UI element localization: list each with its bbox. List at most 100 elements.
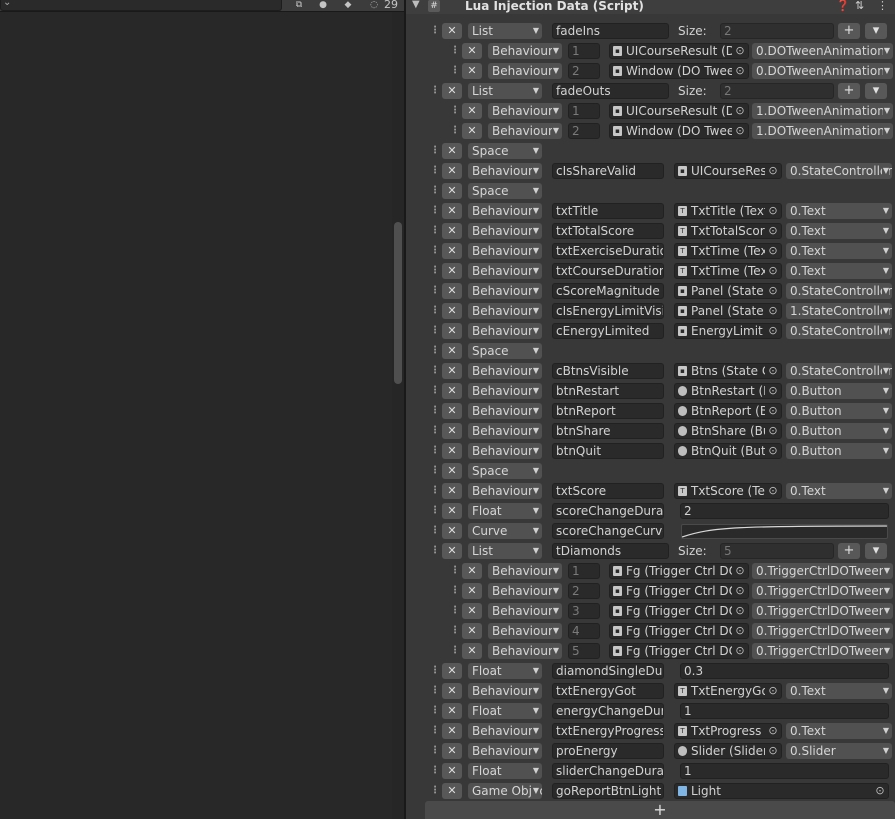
- curve-field[interactable]: [681, 524, 888, 539]
- remove-button[interactable]: ✕: [442, 523, 462, 539]
- name-field[interactable]: btnQuit: [552, 443, 664, 459]
- type-dropdown[interactable]: Space ▼: [468, 183, 542, 199]
- drag-handle-icon[interactable]: ⋮: [430, 205, 440, 217]
- member-dropdown[interactable]: 0.Slider ▼: [786, 743, 892, 759]
- float-value-field[interactable]: 1: [680, 763, 889, 779]
- object-picker-icon[interactable]: ⊙: [765, 684, 781, 698]
- type-dropdown[interactable]: List ▼: [468, 23, 542, 39]
- remove-button[interactable]: ✕: [442, 443, 462, 459]
- member-dropdown[interactable]: 0.StateController ▼: [786, 283, 892, 299]
- object-picker-icon[interactable]: ⊙: [765, 404, 781, 418]
- type-dropdown[interactable]: Behaviour ▼: [468, 403, 542, 419]
- name-field[interactable]: fadeIns: [552, 23, 669, 39]
- remove-button[interactable]: ✕: [442, 183, 462, 199]
- member-dropdown[interactable]: 0.Text ▼: [786, 483, 892, 499]
- type-dropdown[interactable]: Behaviour ▼: [488, 103, 562, 119]
- remove-button[interactable]: ✕: [442, 483, 462, 499]
- member-dropdown[interactable]: 0.Text ▼: [786, 203, 892, 219]
- drag-handle-icon[interactable]: ⋮: [430, 345, 440, 357]
- index-field[interactable]: 2: [568, 123, 600, 139]
- type-dropdown[interactable]: Behaviour ▼: [488, 43, 562, 59]
- drag-handle-icon[interactable]: ⋮: [450, 585, 460, 597]
- remove-button[interactable]: ✕: [442, 743, 462, 759]
- name-field[interactable]: btnReport: [552, 403, 664, 419]
- drag-handle-icon[interactable]: ⋮: [430, 745, 440, 757]
- member-dropdown[interactable]: 1.StateController ▼: [786, 303, 892, 319]
- object-picker-icon[interactable]: ⊙: [732, 624, 748, 638]
- index-field[interactable]: 3: [568, 603, 600, 619]
- list-options-button[interactable]: ▾: [865, 23, 887, 39]
- type-dropdown[interactable]: Game Object▼: [468, 783, 542, 799]
- remove-button[interactable]: ✕: [462, 63, 482, 79]
- member-dropdown[interactable]: 1.DOTweenAnimation ▼: [752, 123, 893, 139]
- member-dropdown[interactable]: 1.DOTweenAnimation ▼: [752, 103, 893, 119]
- object-field[interactable]: T TxtProgress (⊙: [674, 723, 782, 739]
- type-dropdown[interactable]: List ▼: [468, 543, 542, 559]
- object-field[interactable]: BtnRestart (B ⊙: [674, 383, 782, 399]
- drag-handle-icon[interactable]: ⋮: [430, 185, 440, 197]
- object-field[interactable]: BtnShare (Bu ⊙: [674, 423, 782, 439]
- object-picker-icon[interactable]: ⊙: [765, 164, 781, 178]
- type-dropdown[interactable]: Behaviour ▼: [468, 683, 542, 699]
- drag-handle-icon[interactable]: ⋮: [430, 285, 440, 297]
- name-field[interactable]: btnRestart: [552, 383, 664, 399]
- name-field[interactable]: cScoreMagnitude: [552, 283, 664, 299]
- member-dropdown[interactable]: 0.Text ▼: [786, 243, 892, 259]
- object-picker-icon[interactable]: ⊙: [765, 424, 781, 438]
- remove-button[interactable]: ✕: [442, 263, 462, 279]
- index-field[interactable]: 2: [568, 63, 600, 79]
- type-dropdown[interactable]: Float ▼: [468, 763, 542, 779]
- remove-button[interactable]: ✕: [442, 683, 462, 699]
- remove-button[interactable]: ✕: [462, 563, 482, 579]
- object-field[interactable]: T TxtScore (Te ⊙: [674, 483, 782, 499]
- drag-handle-icon[interactable]: ⋮: [430, 325, 440, 337]
- add-entry-button[interactable]: +: [425, 801, 895, 819]
- object-field[interactable]: ▪ Panel (State ⊙: [674, 303, 782, 319]
- type-dropdown[interactable]: Behaviour ▼: [468, 323, 542, 339]
- name-field[interactable]: txtEnergyGot: [552, 683, 664, 699]
- drag-handle-icon[interactable]: ⋮: [430, 225, 440, 237]
- type-dropdown[interactable]: Behaviour ▼: [488, 583, 562, 599]
- float-value-field[interactable]: 0.3: [680, 663, 889, 679]
- remove-button[interactable]: ✕: [442, 143, 462, 159]
- name-field[interactable]: txtScore: [552, 483, 664, 499]
- drag-handle-icon[interactable]: ⋮: [430, 265, 440, 277]
- hierarchy-scrollbar-thumb[interactable]: [394, 222, 402, 384]
- remove-button[interactable]: ✕: [442, 23, 462, 39]
- drag-handle-icon[interactable]: ⋮: [430, 385, 440, 397]
- member-dropdown[interactable]: 0.TriggerCtrlDOTween ▼: [752, 563, 893, 579]
- object-picker-icon[interactable]: ⊙: [765, 484, 781, 498]
- object-picker-icon[interactable]: ⊙: [732, 564, 748, 578]
- name-field[interactable]: txtExerciseDuration: [552, 243, 664, 259]
- drag-handle-icon[interactable]: ⋮: [430, 725, 440, 737]
- name-field[interactable]: scoreChangeCurve: [552, 523, 664, 539]
- list-options-button[interactable]: ▾: [865, 83, 887, 99]
- add-item-button[interactable]: +: [838, 83, 860, 99]
- drag-handle-icon[interactable]: ⋮: [430, 485, 440, 497]
- object-picker-icon[interactable]: ⊙: [732, 64, 748, 78]
- object-picker-icon[interactable]: ⊙: [765, 284, 781, 298]
- member-dropdown[interactable]: 0.Button ▼: [786, 443, 892, 459]
- object-picker-icon[interactable]: ⊙: [765, 324, 781, 338]
- remove-button[interactable]: ✕: [462, 623, 482, 639]
- type-dropdown[interactable]: Behaviour ▼: [468, 743, 542, 759]
- type-dropdown[interactable]: Behaviour ▼: [468, 443, 542, 459]
- drag-handle-icon[interactable]: ⋮: [430, 685, 440, 697]
- member-dropdown[interactable]: 0.TriggerCtrlDOTween ▼: [752, 583, 893, 599]
- name-field[interactable]: cBtnsVisible: [552, 363, 664, 379]
- drag-handle-icon[interactable]: ⋮: [430, 785, 440, 797]
- remove-button[interactable]: ✕: [462, 103, 482, 119]
- drag-handle-icon[interactable]: ⋮: [430, 405, 440, 417]
- drag-handle-icon[interactable]: ⋮: [430, 145, 440, 157]
- index-field[interactable]: 2: [568, 583, 600, 599]
- index-field[interactable]: 4: [568, 623, 600, 639]
- object-field[interactable]: T TxtTime (Tex ⊙: [674, 243, 782, 259]
- name-field[interactable]: sliderChangeDuration: [552, 763, 664, 779]
- member-dropdown[interactable]: 0.TriggerCtrlDOTween ▼: [752, 603, 893, 619]
- name-field[interactable]: cIsEnergyLimitVisible: [552, 303, 664, 319]
- drag-handle-icon[interactable]: ⋮: [430, 705, 440, 717]
- drag-handle-icon[interactable]: ⋮: [430, 505, 440, 517]
- object-picker-icon[interactable]: ⊙: [732, 44, 748, 58]
- object-field[interactable]: ▪ EnergyLimit (⊙: [674, 323, 782, 339]
- member-dropdown[interactable]: 0.DOTweenAnimation ▼: [752, 43, 893, 59]
